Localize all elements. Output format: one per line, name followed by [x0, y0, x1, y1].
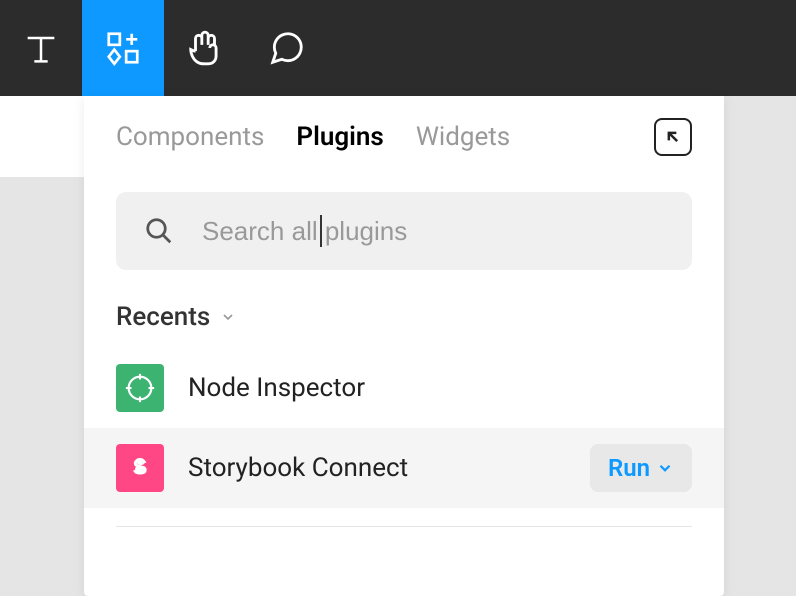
search-row	[84, 178, 724, 280]
plugin-icon-node-inspector	[116, 364, 164, 412]
resources-tool-button[interactable]	[82, 0, 164, 96]
popout-button[interactable]	[654, 118, 692, 156]
chevron-down-icon	[656, 459, 674, 477]
search-icon	[144, 216, 174, 246]
plugin-name: Storybook Connect	[188, 453, 566, 483]
plugin-name: Node Inspector	[188, 373, 692, 403]
search-input[interactable]	[202, 216, 664, 247]
resources-panel: Components Plugins Widgets Recents	[84, 96, 724, 596]
run-label: Run	[608, 454, 650, 482]
main-toolbar	[0, 0, 796, 96]
text-cursor	[320, 215, 322, 247]
storybook-s-icon: S	[125, 453, 155, 483]
recents-header[interactable]: Recents	[84, 280, 724, 348]
recents-label: Recents	[116, 302, 210, 332]
text-tool-button[interactable]	[0, 0, 82, 96]
popout-arrow-icon	[663, 127, 683, 147]
panel-tabs: Components Plugins Widgets	[84, 96, 724, 178]
plugin-item-storybook-connect[interactable]: S Storybook Connect Run	[84, 428, 724, 508]
hand-tool-button[interactable]	[164, 0, 246, 96]
search-box[interactable]	[116, 192, 692, 270]
svg-text:S: S	[132, 454, 147, 479]
tab-plugins[interactable]: Plugins	[296, 122, 383, 152]
comment-tool-button[interactable]	[246, 0, 328, 96]
plugin-item-node-inspector[interactable]: Node Inspector	[84, 348, 724, 428]
canvas-area[interactable]	[0, 96, 84, 178]
chevron-down-icon	[220, 309, 236, 325]
plugin-icon-storybook: S	[116, 444, 164, 492]
tab-widgets[interactable]: Widgets	[416, 122, 510, 152]
crosshair-icon	[123, 371, 157, 405]
run-button[interactable]: Run	[590, 444, 692, 492]
divider	[116, 526, 692, 527]
tab-components[interactable]: Components	[116, 122, 264, 152]
